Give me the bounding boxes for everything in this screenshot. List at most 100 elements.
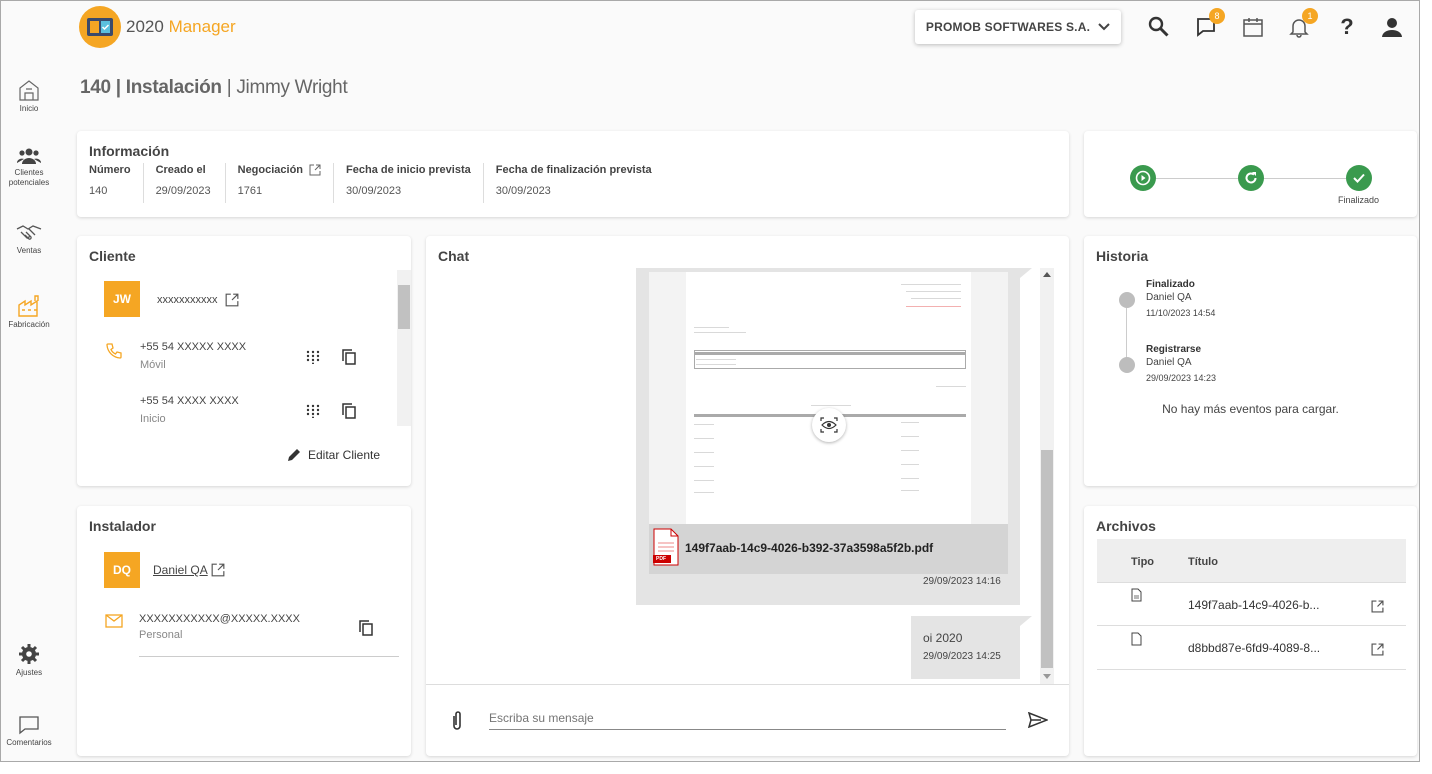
file-preview[interactable] — [649, 272, 1008, 524]
copy-icon[interactable] — [342, 349, 356, 365]
open-file-icon[interactable] — [1371, 600, 1384, 613]
file-icon — [1131, 632, 1142, 646]
nav-item-ajustes[interactable]: Ajustes — [1, 643, 57, 678]
files-card: Archivos Tipo Título 149f7aab-14c9-4026-… — [1084, 506, 1417, 756]
message-timestamp: 29/09/2023 14:25 — [923, 651, 1001, 662]
scroll-thumb[interactable] — [1041, 450, 1053, 668]
check-icon — [1353, 173, 1365, 183]
nav-item-comentarios[interactable]: Comentarios — [1, 715, 57, 748]
pdf-badge: PDF — [656, 556, 666, 562]
info-title: Información — [89, 143, 170, 159]
messages-button[interactable]: 8 — [1193, 8, 1225, 40]
scroll-thumb[interactable] — [398, 285, 410, 329]
nav-label: Ajustes — [15, 668, 43, 677]
client-name: xxxxxxxxxxx — [157, 294, 218, 306]
notifications-button[interactable]: 1 — [1286, 8, 1318, 40]
nav-item-ventas[interactable]: Ventas — [1, 223, 57, 256]
external-link-icon[interactable] — [309, 164, 321, 176]
nav-label: Comentarios — [6, 738, 52, 747]
scroll-up-icon[interactable] — [1043, 271, 1051, 277]
left-nav: Inicio Clientes potenciales Ventas Fabri… — [1, 55, 57, 761]
open-file-icon[interactable] — [1371, 643, 1384, 656]
history-date: 29/09/2023 14:23 — [1146, 373, 1217, 383]
col-titulo: Título — [1188, 556, 1218, 568]
history-event: Finalizado — [1146, 279, 1195, 290]
dialpad-icon[interactable] — [306, 350, 320, 364]
factory-icon — [18, 295, 39, 317]
client-card: Cliente JW xxxxxxxxxxx +55 54 XXXXX XXXX… — [77, 236, 411, 486]
timeline-line — [1126, 308, 1127, 358]
chat-title: Chat — [438, 248, 470, 264]
installer-name-link[interactable]: Daniel QA — [153, 563, 225, 577]
history-event: Registrarse — [1146, 344, 1202, 355]
info-creado: Creado el 29/09/2023 — [142, 163, 225, 203]
client-title: Cliente — [89, 248, 136, 264]
building-icon — [19, 80, 39, 101]
installer-email-type: Personal — [139, 629, 183, 641]
info-fecha-fin: Fecha de finalización prevista 30/09/202… — [482, 163, 664, 203]
user-menu-button[interactable] — [1379, 14, 1405, 40]
copy-icon[interactable] — [359, 620, 373, 636]
company-selector[interactable]: PROMOB SOFTWARES S.A. — [915, 10, 1121, 44]
client-name-link[interactable]: xxxxxxxxxxx — [157, 293, 239, 307]
nav-item-clientes[interactable]: Clientes potenciales — [1, 147, 57, 188]
pencil-icon — [288, 449, 300, 461]
calendar-button[interactable] — [1240, 14, 1266, 40]
divider — [426, 684, 1069, 685]
info-columns: Número 140 Creado el 29/09/2023 Negociac… — [89, 163, 664, 203]
search-icon — [1148, 16, 1169, 37]
file-name: 149f7aab-14c9-4026-b392-37a3598a5f2b.pdf — [685, 541, 934, 555]
message-input[interactable] — [489, 706, 1006, 730]
chat-card: Chat PDF 149f7aab-14c9-4026-b392-37a3598… — [426, 236, 1069, 756]
nav-item-inicio[interactable]: Inicio — [1, 79, 57, 114]
info-numero: Número 140 — [89, 164, 131, 197]
info-card: Información Número 140 Creado el 29/09/2… — [77, 131, 1069, 217]
history-user: Daniel QA — [1146, 357, 1192, 368]
divider — [139, 656, 399, 657]
help-button[interactable]: ? — [1334, 14, 1360, 40]
paperclip-icon[interactable] — [450, 710, 464, 732]
nav-label: Fabricación — [8, 320, 50, 329]
app-window: 2020 Manager PROMOB SOFTWARES S.A. 8 1 ? — [0, 0, 1420, 762]
people-icon — [17, 148, 41, 164]
dialpad-icon[interactable] — [306, 404, 320, 418]
installer-email: XXXXXXXXXXX@XXXXX.XXXX — [139, 613, 300, 625]
logo-icon — [79, 6, 121, 48]
history-empty-message: No hay más eventos para cargar. — [1162, 402, 1339, 416]
company-name: PROMOB SOFTWARES S.A. — [925, 20, 1091, 34]
scroll-down-icon[interactable] — [1043, 674, 1051, 680]
history-dot — [1119, 357, 1135, 373]
file-timestamp: 29/09/2023 14:16 — [923, 576, 1001, 587]
installer-avatar: DQ — [104, 552, 140, 588]
app-name: 2020 Manager — [126, 17, 236, 36]
edit-client-button[interactable]: Editar Cliente — [286, 447, 380, 463]
external-link-icon — [211, 563, 225, 577]
app-logo[interactable]: 2020 Manager — [79, 6, 236, 48]
file-attachment[interactable]: PDF 149f7aab-14c9-4026-b392-37a3598a5f2b… — [649, 524, 1008, 574]
step-start — [1130, 165, 1156, 191]
copy-icon[interactable] — [342, 403, 356, 419]
history-title: Historia — [1096, 248, 1149, 264]
info-negociacion: Negociación 1761 — [224, 163, 333, 203]
step-finished — [1346, 165, 1372, 191]
search-button[interactable] — [1146, 14, 1172, 40]
calendar-icon — [1243, 18, 1263, 37]
nav-label: Ventas — [16, 246, 42, 255]
phone-mobile-number: +55 54 XXXXX XXXX — [140, 341, 247, 353]
nav-item-fabricacion[interactable]: Fabricación — [1, 295, 57, 330]
external-link-icon — [225, 293, 238, 307]
nav-label: Inicio — [19, 104, 39, 113]
step-finished-label: Finalizado — [1338, 195, 1380, 205]
text-message — [911, 616, 1020, 679]
pdf-file-icon — [1131, 588, 1142, 602]
history-card: Historia Finalizado Daniel QA 11/10/2023… — [1084, 236, 1417, 486]
top-bar: 2020 Manager PROMOB SOFTWARES S.A. 8 1 ? — [1, 1, 1419, 55]
client-scrollbar[interactable] — [397, 270, 411, 426]
client-avatar: JW — [104, 281, 140, 317]
preview-button[interactable] — [812, 408, 846, 442]
send-icon[interactable] — [1028, 712, 1048, 728]
chevron-down-icon — [1098, 23, 1110, 31]
installer-title: Instalador — [89, 518, 156, 534]
installer-card: Instalador DQ Daniel QA XXXXXXXXXXX@XXXX… — [77, 506, 411, 756]
chat-scrollbar[interactable] — [1040, 268, 1054, 684]
